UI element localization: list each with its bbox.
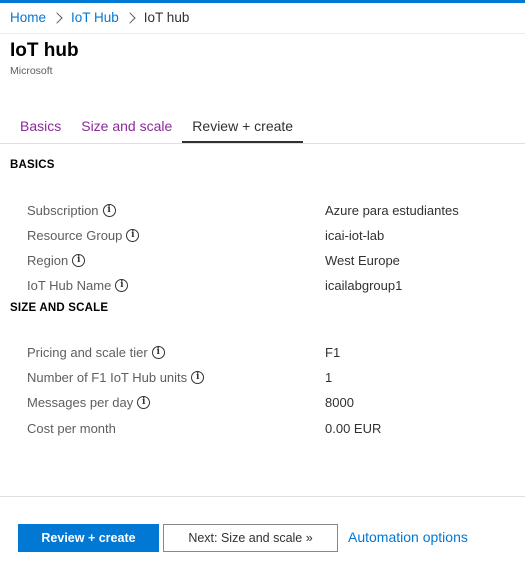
- row-value: 8000: [325, 394, 354, 410]
- chevron-right-icon: [51, 11, 63, 24]
- info-icon[interactable]: i: [137, 395, 151, 409]
- summary-row-cost-per-month: Cost per month 0.00 EUR: [27, 418, 507, 438]
- summary-row-hub-units: Number of F1 IoT Hub units i 1: [27, 367, 507, 387]
- row-value: icai-iot-lab: [325, 227, 385, 243]
- summary-row-region: Region i West Europe: [27, 250, 507, 270]
- breadcrumb-current: IoT hub: [143, 10, 190, 25]
- info-icon[interactable]: i: [151, 345, 165, 359]
- row-label: Subscription: [27, 202, 99, 218]
- chevron-right-icon: [124, 11, 136, 24]
- row-label: IoT Hub Name: [27, 277, 112, 293]
- row-value: Azure para estudiantes: [325, 202, 459, 218]
- row-label: Resource Group: [27, 227, 123, 243]
- section-title-size-and-scale: SIZE AND SCALE: [10, 302, 109, 314]
- footer-divider: [0, 496, 525, 497]
- tab-size-and-scale[interactable]: Size and scale: [71, 110, 182, 143]
- row-label: Cost per month: [27, 420, 116, 436]
- summary-row-messages-per-day: Messages per day i 8000: [27, 392, 507, 412]
- info-icon[interactable]: i: [72, 253, 86, 267]
- row-value: 1: [325, 369, 333, 385]
- breadcrumb-home-link[interactable]: Home: [10, 10, 46, 25]
- summary-row-pricing-tier: Pricing and scale tier i F1: [27, 342, 507, 362]
- section-title-basics: BASICS: [10, 159, 55, 171]
- info-icon[interactable]: i: [102, 203, 116, 217]
- info-icon[interactable]: i: [115, 278, 129, 292]
- tab-basics[interactable]: Basics: [10, 110, 71, 143]
- breadcrumb: Home IoT Hub IoT hub: [10, 10, 189, 25]
- tab-review-create[interactable]: Review + create: [182, 110, 304, 143]
- tab-bar: Basics Size and scale Review + create: [10, 110, 304, 144]
- next-size-scale-button[interactable]: Next: Size and scale »: [163, 524, 338, 552]
- tabs-divider: [0, 143, 525, 144]
- header-divider: [0, 33, 525, 34]
- info-icon[interactable]: i: [126, 228, 140, 242]
- row-value: 0.00 EUR: [325, 420, 382, 436]
- row-label: Messages per day: [27, 394, 134, 410]
- row-label: Number of F1 IoT Hub units: [27, 369, 188, 385]
- page-subtitle: Microsoft: [10, 65, 53, 77]
- row-value: West Europe: [325, 252, 400, 268]
- info-icon[interactable]: i: [191, 370, 205, 384]
- row-value: F1: [325, 344, 341, 360]
- row-label: Pricing and scale tier: [27, 344, 148, 360]
- summary-row-iot-hub-name: IoT Hub Name i icailabgroup1: [27, 275, 507, 295]
- page-title: IoT hub: [10, 40, 79, 61]
- row-value: icailabgroup1: [325, 277, 403, 293]
- summary-row-resource-group: Resource Group i icai-iot-lab: [27, 225, 507, 245]
- summary-row-subscription: Subscription i Azure para estudiantes: [27, 200, 507, 220]
- row-label: Region: [27, 252, 69, 268]
- breadcrumb-iot-hub-link[interactable]: IoT Hub: [71, 10, 119, 25]
- automation-options-link[interactable]: Automation options: [348, 529, 468, 545]
- review-create-button[interactable]: Review + create: [18, 524, 159, 552]
- top-accent-bar: [0, 0, 525, 3]
